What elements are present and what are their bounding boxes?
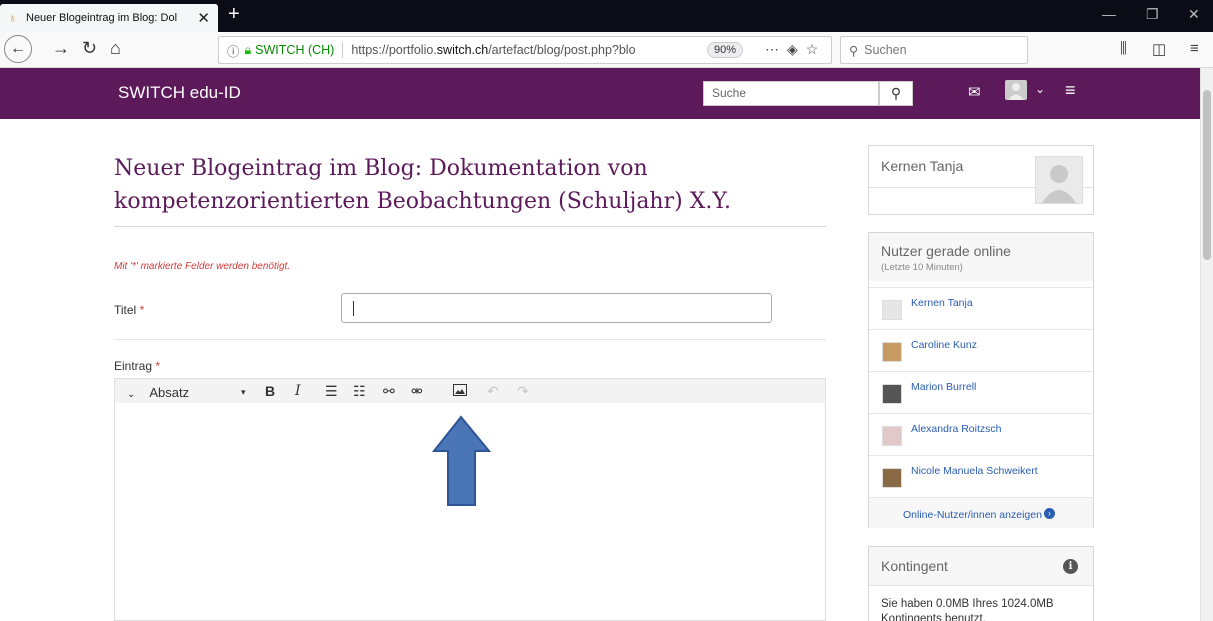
- profile-card: Kernen Tanja: [868, 145, 1094, 215]
- arrow-right-circle-icon[interactable]: ›: [1044, 508, 1055, 519]
- online-user-link[interactable]: Nicole Manuela Schweikert: [911, 465, 1038, 477]
- caret-down-icon[interactable]: ▾: [241, 387, 246, 398]
- scrollbar-thumb[interactable]: [1203, 90, 1211, 260]
- insert-image-icon[interactable]: [453, 383, 467, 399]
- info-icon[interactable]: ⓘ: [227, 41, 240, 60]
- unlink-icon[interactable]: ⚮: [411, 383, 423, 400]
- profile-name[interactable]: Kernen Tanja: [881, 158, 963, 174]
- avatar[interactable]: [882, 426, 902, 446]
- browser-menu-icon[interactable]: ≡: [1190, 40, 1199, 57]
- page-scrollbar[interactable]: [1200, 68, 1213, 621]
- browser-toolbar: ← → ↻ ⌂ ⓘ 🔒︎ SWITCH (CH) https://portfol…: [0, 32, 1213, 68]
- online-users-title: Nutzer gerade online: [881, 243, 1011, 259]
- browser-tab[interactable]: ♁ Neuer Blogeintrag im Blog: Dol ✕: [0, 4, 218, 32]
- browser-search-placeholder: Suchen: [864, 43, 907, 57]
- pocket-icon[interactable]: ◈: [787, 41, 806, 57]
- avatar[interactable]: [882, 468, 902, 488]
- title-input[interactable]: [341, 293, 772, 323]
- format-select[interactable]: ⌄ Absatz: [127, 385, 189, 400]
- avatar[interactable]: [882, 384, 902, 404]
- quota-title: Kontingent: [881, 558, 948, 574]
- site-search-button[interactable]: ⚲: [879, 81, 913, 106]
- bookmark-star-icon[interactable]: ☆: [806, 41, 827, 57]
- link-icon[interactable]: ⚯: [383, 383, 395, 400]
- mail-icon[interactable]: ✉: [968, 83, 981, 101]
- bold-button[interactable]: B: [265, 383, 275, 399]
- undo-icon[interactable]: ↶: [487, 383, 499, 400]
- list-item: Caroline Kunz: [869, 329, 1093, 371]
- home-icon[interactable]: ⌂: [110, 38, 121, 59]
- quota-text: Sie haben 0.0MB Ihres 1024.0MB Kontingen…: [881, 598, 1054, 621]
- close-window-icon[interactable]: ✕: [1188, 6, 1200, 23]
- avatar[interactable]: [882, 300, 902, 320]
- reload-icon[interactable]: ↻: [82, 38, 97, 59]
- italic-button[interactable]: I: [295, 383, 301, 399]
- menu-icon[interactable]: ≡: [1065, 80, 1076, 101]
- editor-toolbar: ⌄ Absatz ▾ B I ☰ ☷ ⚯ ⚮ ↶ ↷: [114, 378, 826, 404]
- zoom-indicator[interactable]: 90%: [707, 42, 744, 58]
- list-item: Marion Burrell: [869, 371, 1093, 413]
- mahara-favicon-icon: ♁: [8, 11, 17, 25]
- site-identity: SWITCH (CH): [255, 43, 335, 57]
- tab-close-icon[interactable]: ✕: [197, 9, 210, 27]
- back-icon[interactable]: ←: [4, 35, 32, 63]
- url-bar[interactable]: ⓘ 🔒︎ SWITCH (CH) https://portfolio.switc…: [218, 36, 832, 64]
- site-brand[interactable]: SWITCH edu-ID: [118, 83, 241, 103]
- site-search-input[interactable]: Suche: [703, 81, 879, 106]
- library-icon[interactable]: ⫼: [1120, 40, 1127, 57]
- online-user-link[interactable]: Caroline Kunz: [911, 339, 977, 351]
- online-users-card: Nutzer gerade online (Letzte 10 Minuten)…: [868, 232, 1094, 528]
- avatar[interactable]: [882, 342, 902, 362]
- more-actions-icon[interactable]: ⋯: [765, 41, 787, 57]
- url-text: https://portfolio.switch.ch/artefact/blo…: [351, 43, 636, 57]
- user-avatar[interactable]: [1005, 80, 1027, 100]
- required-fields-note: Mit '*' markierte Felder werden benötigt…: [114, 261, 291, 272]
- tab-title: Neuer Blogeintrag im Blog: Dol: [26, 12, 178, 24]
- sidebar-icon[interactable]: ◫: [1152, 40, 1166, 58]
- lock-icon: 🔒︎: [244, 42, 252, 57]
- forward-icon[interactable]: →: [52, 38, 70, 59]
- list-item: Nicole Manuela Schweikert: [869, 455, 1093, 497]
- quota-card: Kontingent i Sie haben 0.0MB Ihres 1024.…: [868, 546, 1094, 621]
- browser-tab-bar: ♁ Neuer Blogeintrag im Blog: Dol ✕ + — ❐…: [0, 0, 1213, 32]
- online-users-subtitle: (Letzte 10 Minuten): [881, 262, 963, 273]
- profile-picture[interactable]: [1035, 156, 1083, 204]
- title-label: Titel *: [114, 303, 145, 317]
- restore-icon[interactable]: ❐: [1146, 6, 1159, 23]
- page-actions: ⋯◈☆: [765, 41, 826, 58]
- new-tab-button[interactable]: +: [228, 3, 240, 26]
- info-icon[interactable]: i: [1063, 559, 1078, 574]
- annotation-arrow-icon: [432, 415, 492, 506]
- online-user-link[interactable]: Marion Burrell: [911, 381, 976, 393]
- chevron-down-icon[interactable]: ⌄: [1035, 82, 1045, 96]
- list-item: Kernen Tanja: [869, 287, 1093, 329]
- entry-label: Eintrag *: [114, 359, 161, 373]
- online-user-link[interactable]: Kernen Tanja: [911, 297, 973, 309]
- search-icon: ⚲: [890, 85, 902, 101]
- divider: [114, 226, 826, 227]
- list-item: Alexandra Roitzsch: [869, 413, 1093, 455]
- browser-search-field[interactable]: ⚲ Suchen: [840, 36, 1028, 64]
- page-title: Neuer Blogeintrag im Blog: Dokumentation…: [114, 156, 732, 214]
- show-online-users-link[interactable]: Online-Nutzer/innen anzeigen ›: [869, 497, 1093, 528]
- search-icon: ⚲: [849, 43, 859, 58]
- divider: [114, 339, 826, 340]
- bullet-list-icon[interactable]: ☰: [325, 383, 338, 400]
- minimize-icon[interactable]: —: [1102, 6, 1116, 22]
- redo-icon[interactable]: ↷: [517, 383, 529, 400]
- online-user-link[interactable]: Alexandra Roitzsch: [911, 423, 1001, 435]
- numbered-list-icon[interactable]: ☷: [353, 383, 366, 400]
- text-cursor: [353, 301, 354, 316]
